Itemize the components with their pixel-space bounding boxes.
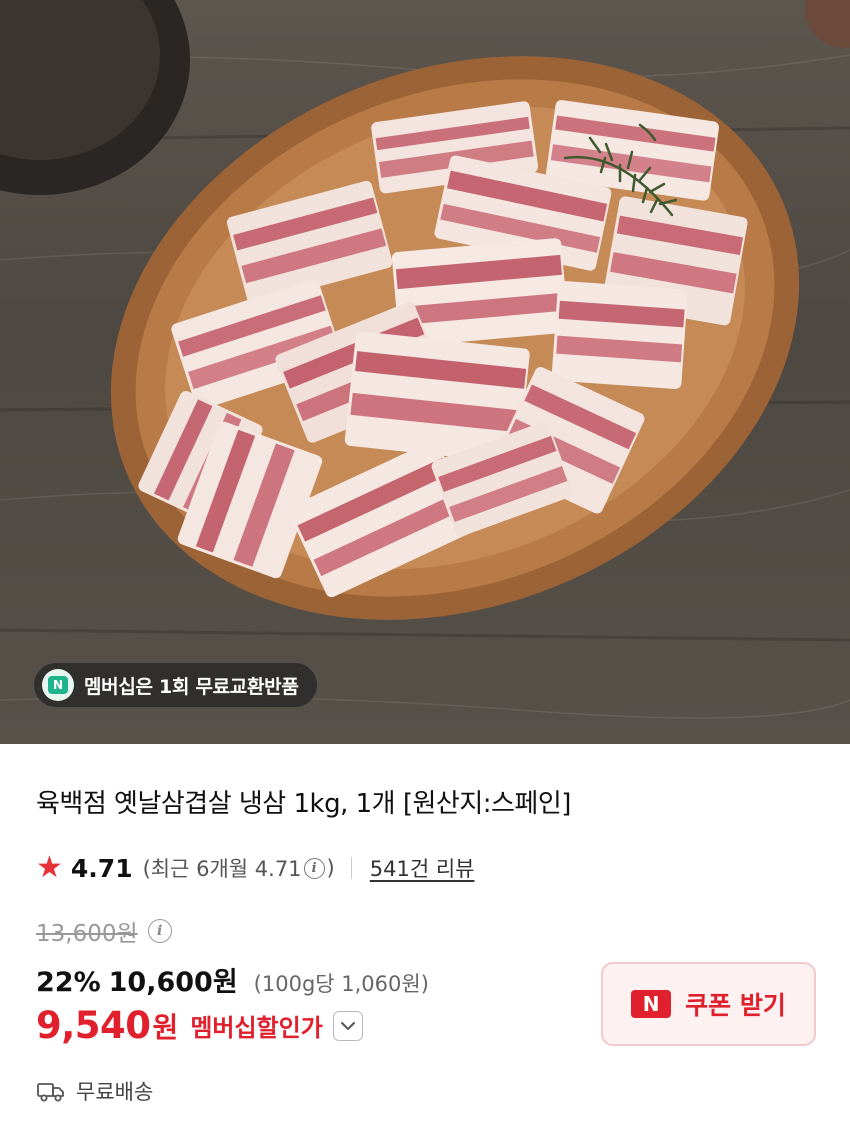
recent-rating-text: (최근 6개월 4.71: [142, 857, 302, 881]
shipping-row: 무료배송: [36, 1076, 153, 1106]
rating-score: 4.71: [70, 853, 133, 883]
member-price: 9,540: [36, 1004, 151, 1047]
sale-price: 10,600원: [108, 967, 238, 998]
get-coupon-button[interactable]: N 쿠폰 받기: [601, 962, 816, 1046]
membership-badge-text: 멤버십은 1회 무료교환반품: [84, 675, 299, 698]
unit-price: (100g당 1,060원): [253, 972, 429, 996]
member-price-row: 9,540 원 멤버십할인가: [36, 1004, 363, 1047]
original-price-row: 13,600원 i: [36, 914, 174, 948]
sale-price-row: 22% 10,600원 (100g당 1,060원): [36, 960, 429, 999]
info-icon[interactable]: i: [303, 857, 325, 879]
shipping-label: 무료배송: [76, 1080, 154, 1104]
star-icon: ★: [36, 850, 63, 885]
original-price: 13,600원: [36, 921, 138, 947]
delivery-truck-icon: [37, 1083, 64, 1102]
divider: [350, 857, 352, 879]
chevron-down-icon: [340, 1021, 355, 1030]
discount-rate: 22%: [36, 967, 101, 998]
recent-rating-close: ): [326, 856, 335, 880]
coupon-n-icon: N: [631, 990, 672, 1018]
recent-rating: (최근 6개월 4.71 i ): [143, 853, 335, 883]
membership-icon-letter: N: [48, 676, 68, 694]
coupon-button-label: 쿠폰 받기: [685, 991, 786, 1020]
pork-belly-photo: [0, 0, 850, 719]
member-price-expand-button[interactable]: [332, 1010, 363, 1041]
price-info-icon[interactable]: i: [147, 919, 172, 943]
membership-benefit-badge: N 멤버십은 1회 무료교환반품: [34, 663, 317, 707]
member-discount-label: 멤버십할인가: [190, 1014, 323, 1042]
member-price-unit: 원: [152, 1010, 179, 1044]
product-title: 육백점 옛날삼겹살 냉삼 1kg, 1개 [원산지:스페인]: [36, 789, 571, 819]
review-count-link[interactable]: 541건 리뷰: [370, 853, 475, 883]
product-image[interactable]: N 멤버십은 1회 무료교환반품: [0, 0, 850, 744]
membership-n-icon: N: [42, 669, 74, 701]
rating-row: ★ 4.71 (최근 6개월 4.71 i ) 541건 리뷰: [36, 850, 474, 886]
